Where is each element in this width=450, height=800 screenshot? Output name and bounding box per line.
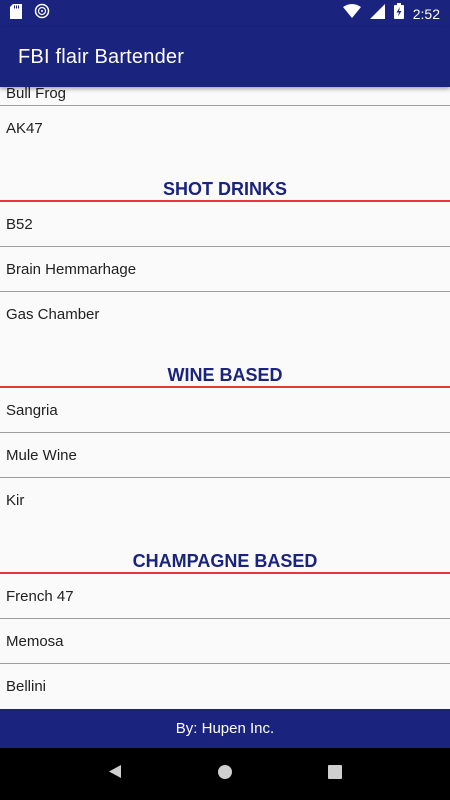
list-item[interactable]: Brain Hemmarhage	[0, 247, 450, 292]
list-item[interactable]: B52	[0, 202, 450, 247]
system-nav-bar	[0, 748, 450, 800]
section-header: WINE BASED	[167, 365, 283, 385]
list-item[interactable]: Bellini	[0, 664, 450, 709]
list-item[interactable]: Gas Chamber	[0, 292, 450, 337]
list-item[interactable]: Bull Frog	[0, 87, 450, 106]
list-item-label: Memosa	[6, 632, 64, 650]
list-item-label: Mule Wine	[6, 446, 77, 464]
list-item-label: Bull Frog	[6, 87, 67, 102]
list-item-label: French 47	[6, 587, 74, 605]
list-item[interactable]: French 47	[0, 574, 450, 619]
battery-charging-icon	[393, 3, 404, 24]
list-item-label: Brain Hemmarhage	[6, 260, 137, 278]
footer: By: Hupen Inc.	[0, 709, 450, 748]
wifi-icon	[342, 4, 361, 23]
status-right-icons: 2:52	[342, 3, 440, 24]
list-item[interactable]: Memosa	[0, 619, 450, 664]
list-item-label: Bellini	[6, 678, 47, 695]
list-item-label: Kir	[6, 492, 25, 509]
status-bar: 2:52	[0, 0, 450, 27]
list-item[interactable]: Kir	[0, 478, 450, 523]
recents-button[interactable]	[315, 754, 355, 794]
list-item[interactable]: Mule Wine	[0, 433, 450, 478]
signal-icon	[369, 3, 385, 24]
list-item[interactable]: Sangria	[0, 388, 450, 433]
home-icon	[217, 764, 233, 785]
sync-icon	[34, 3, 50, 24]
sd-card-icon	[10, 3, 22, 24]
status-time: 2:52	[412, 5, 440, 22]
app-bar: FBI flair Bartender	[0, 27, 450, 87]
app-title: FBI flair Bartender	[18, 45, 185, 68]
list-item-label: Gas Chamber	[6, 306, 100, 323]
home-button[interactable]	[205, 754, 245, 794]
list-item-label: Sangria	[6, 401, 58, 419]
list-item-label: B52	[6, 215, 33, 233]
recents-icon	[328, 764, 342, 784]
drink-list-inner: Bull Frog AK47 SHOT DRINKS B52 Brain Hem…	[0, 87, 450, 709]
section-header: SHOT DRINKS	[162, 179, 287, 199]
back-icon	[108, 764, 122, 784]
list-item[interactable]: AK47	[0, 106, 450, 151]
drink-list[interactable]: Bull Frog AK47 SHOT DRINKS B52 Brain Hem…	[0, 87, 450, 709]
section-header: CHAMPAGNE BASED	[132, 551, 318, 571]
footer-credit: By: Hupen Inc.	[175, 720, 275, 737]
list-item-label: AK47	[6, 120, 43, 137]
back-button[interactable]	[95, 754, 135, 794]
status-left-icons	[10, 3, 50, 24]
